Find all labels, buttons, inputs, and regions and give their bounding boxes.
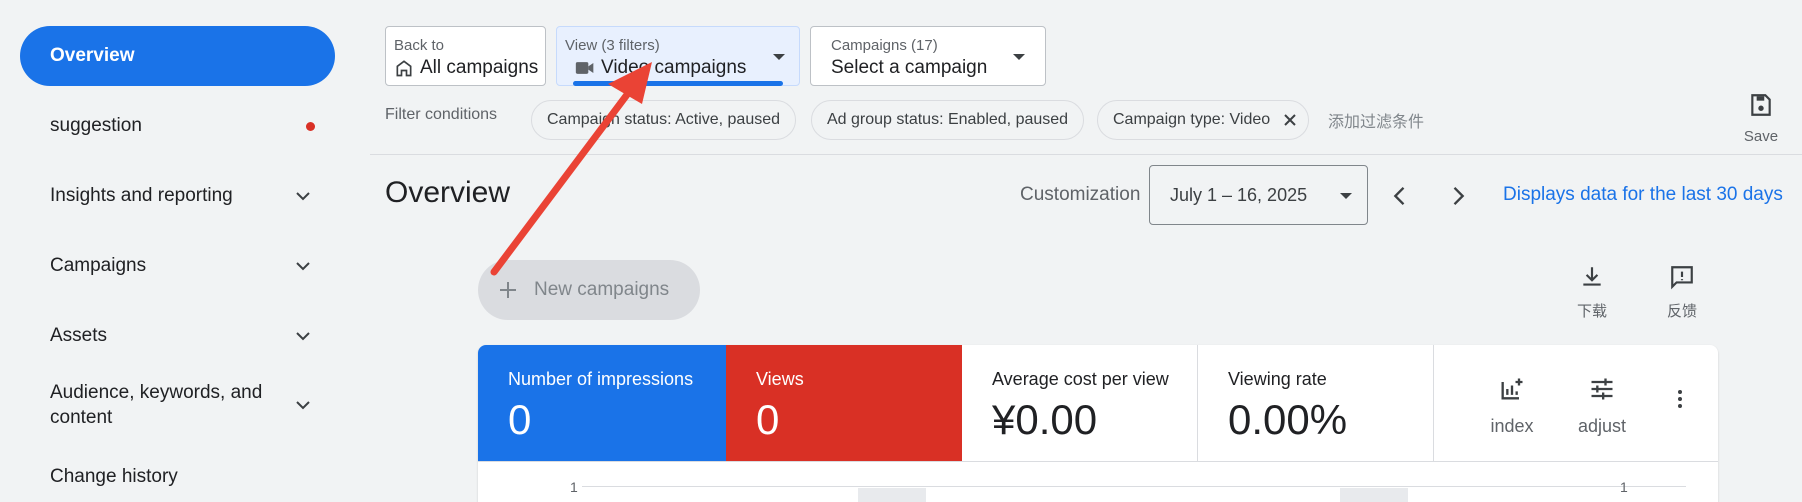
- chip-text: Campaign type: Video: [1113, 111, 1271, 128]
- caret-down-icon: [773, 54, 785, 60]
- chart-gridline: [582, 486, 1686, 487]
- filter-chip-campaign-status[interactable]: Campaign status: Active, paused: [531, 100, 797, 140]
- feedback-button[interactable]: 反馈: [1652, 264, 1712, 321]
- metric-label: Viewing rate: [1228, 369, 1327, 389]
- sidebar-item-label: Change history: [50, 466, 178, 487]
- chart-weekend-band: [1340, 488, 1408, 502]
- download-label: 下载: [1576, 303, 1607, 320]
- feedback-label: 反馈: [1666, 303, 1697, 320]
- download-icon: [1583, 267, 1601, 286]
- chevron-left-icon[interactable]: [1386, 182, 1414, 210]
- home-icon: [396, 60, 412, 77]
- chart-weekend-band: [858, 488, 926, 502]
- caret-down-icon: [1340, 193, 1352, 199]
- chart-tick-left: 1: [570, 479, 578, 495]
- back-label: Back to: [394, 37, 445, 54]
- save-button[interactable]: Save: [1738, 92, 1784, 145]
- card-divider: [478, 461, 1718, 462]
- filter-chip-campaign-type[interactable]: Campaign type: Video: [1097, 100, 1310, 140]
- plus-icon: [500, 282, 516, 298]
- campaigns-value: Select a campaign: [831, 57, 988, 78]
- date-range-picker[interactable]: July 1 – 16, 2025: [1149, 165, 1368, 225]
- campaign-select-dropdown[interactable]: Campaigns (17) Select a campaign: [810, 26, 1046, 86]
- campaigns-label: Campaigns (17): [831, 37, 938, 54]
- metric-label: Views: [756, 369, 804, 389]
- scorecard: Number of impressions 0 Views 0 Average …: [478, 345, 1718, 502]
- sidebar-item-label: Campaigns: [50, 255, 147, 276]
- customization-label: Customization: [1020, 184, 1141, 205]
- filter-conditions-label: Filter conditions: [385, 106, 498, 123]
- add-filter-link[interactable]: 添加过滤条件: [1328, 108, 1424, 132]
- sidebar-item-insights[interactable]: Insights and reporting: [50, 184, 315, 208]
- metric-avg-cost-per-view[interactable]: Average cost per view ¥0.00: [962, 345, 1198, 461]
- view-value: Video campaigns: [575, 57, 746, 79]
- new-campaigns-button[interactable]: New campaigns: [478, 260, 700, 320]
- add-chart-icon: [1501, 378, 1523, 400]
- view-filter-dropdown[interactable]: View (3 filters) Video campaigns: [556, 26, 800, 86]
- sidebar-item-label: suggestion: [50, 115, 142, 136]
- chevron-right-icon[interactable]: [1444, 182, 1472, 210]
- chevron-down-icon: [296, 332, 310, 341]
- sidebar-item-label: Assets: [50, 325, 108, 346]
- close-icon[interactable]: [1282, 112, 1298, 128]
- new-campaigns-label: New campaigns: [534, 279, 670, 300]
- metric-viewing-rate[interactable]: Viewing rate 0.00%: [1198, 345, 1434, 461]
- index-label: index: [1490, 416, 1534, 436]
- sidebar-item-audience[interactable]: Audience, keywords, and content: [50, 380, 315, 430]
- active-indicator: [573, 81, 783, 86]
- chevron-down-icon: [296, 262, 310, 271]
- chart-tick-right: 1: [1620, 479, 1628, 495]
- chevron-down-icon: [296, 192, 310, 201]
- back-value-text: All campaigns: [420, 57, 539, 78]
- chip-text: Campaign status: Active, paused: [547, 111, 781, 128]
- sidebar-item-label: Audience, keywords, and content: [50, 382, 263, 428]
- index-button[interactable]: index: [1482, 375, 1542, 437]
- metric-views[interactable]: Views 0: [726, 345, 962, 461]
- feedback-icon: [1671, 266, 1693, 290]
- save-icon: [1751, 94, 1771, 116]
- video-icon: [575, 62, 594, 74]
- view-value-text: Video campaigns: [601, 57, 747, 78]
- back-value: All campaigns: [394, 57, 538, 79]
- sidebar-item-suggestion[interactable]: suggestion: [50, 114, 315, 138]
- chevron-down-icon: [296, 401, 310, 410]
- metric-label: Number of impressions: [508, 369, 694, 389]
- sidebar-item-change-history[interactable]: Change history: [50, 465, 315, 489]
- metric-value: 0: [756, 396, 780, 443]
- caret-down-icon: [1013, 54, 1025, 60]
- sidebar-item-overview[interactable]: Overview: [20, 26, 335, 86]
- sidebar-item-campaigns[interactable]: Campaigns: [50, 254, 315, 278]
- sidebar-item-assets[interactable]: Assets: [50, 324, 315, 348]
- sidebar: Overview suggestion Insights and reporti…: [0, 0, 356, 502]
- filter-chip-ad-group-status[interactable]: Ad group status: Enabled, paused: [811, 100, 1085, 140]
- metric-value: 0: [508, 396, 532, 443]
- back-to-all-campaigns-button[interactable]: Back to All campaigns: [385, 26, 546, 86]
- date-range-text: July 1 – 16, 2025: [1170, 184, 1308, 205]
- more-vert-icon[interactable]: [1668, 387, 1692, 411]
- tune-icon: [1591, 378, 1613, 400]
- metric-label: Average cost per view: [992, 369, 1169, 389]
- last-30-days-link[interactable]: Displays data for the last 30 days: [1503, 184, 1783, 206]
- view-label: View (3 filters): [565, 37, 660, 54]
- adjust-label: adjust: [1577, 416, 1627, 436]
- divider: [370, 154, 1802, 155]
- metric-value: 0.00%: [1228, 396, 1348, 443]
- save-label: Save: [1743, 128, 1779, 145]
- sidebar-item-label: Insights and reporting: [50, 185, 233, 206]
- notification-dot: [306, 121, 315, 131]
- metric-value: ¥0.00: [992, 396, 1098, 443]
- download-button[interactable]: 下载: [1562, 264, 1622, 321]
- chip-text: Ad group status: Enabled, paused: [827, 111, 1069, 128]
- adjust-button[interactable]: adjust: [1572, 375, 1632, 437]
- metric-impressions[interactable]: Number of impressions 0: [478, 345, 726, 461]
- page-title: Overview: [385, 176, 511, 209]
